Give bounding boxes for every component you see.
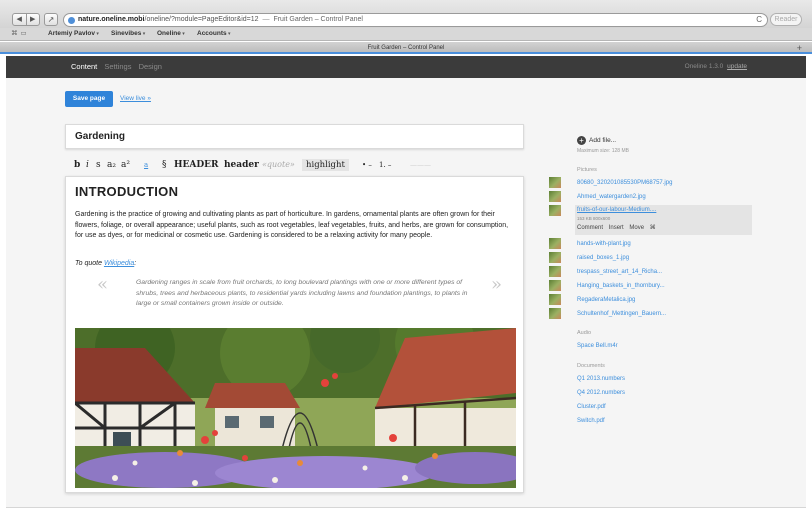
italic-button[interactable]: i xyxy=(86,157,89,173)
plus-icon: + xyxy=(577,135,586,145)
picture-file[interactable]: Schultenhof_Mettingen_Bauern... xyxy=(577,309,666,319)
picture-thumbnail[interactable] xyxy=(549,308,561,319)
pictures-label: Pictures xyxy=(577,167,597,173)
audio-file[interactable]: Space Bell.m4r xyxy=(577,341,618,351)
picture-file[interactable]: RegaderaMetalica.jpg xyxy=(577,295,635,305)
nav-settings[interactable]: Settings xyxy=(104,62,131,71)
history-nav: ◀ ▶ xyxy=(12,13,40,26)
header-small-button[interactable]: header xyxy=(224,157,259,173)
content-paragraph: Gardening is the practice of growing and… xyxy=(75,211,509,239)
tab-bar: Fruit Garden – Control Panel + xyxy=(0,42,812,54)
new-tab-button[interactable]: + xyxy=(797,42,802,54)
selected-picture-name[interactable]: fruits-of-our-labour-Medium.... xyxy=(577,207,656,213)
picture-thumbnail[interactable] xyxy=(549,191,561,202)
url-page-title: Fruit Garden – Control Panel xyxy=(273,16,363,23)
app-nav: Content Settings Design xyxy=(71,56,167,78)
add-file-label: Add file... xyxy=(589,137,617,144)
browser-toolbar: ◀ ▶ ↗ nature.oneline.mobi/oneline/?modul… xyxy=(0,0,812,28)
picture-thumbnail[interactable] xyxy=(549,205,561,216)
picture-file[interactable]: raised_boxes_1.jpg xyxy=(577,253,629,263)
picture-thumbnail[interactable] xyxy=(549,177,561,188)
back-button[interactable]: ◀ xyxy=(13,14,26,25)
url-separator: — xyxy=(262,16,270,23)
picture-file[interactable]: trespass_street_art_14_Richa... xyxy=(577,267,662,277)
picture-thumbnail[interactable] xyxy=(549,294,561,305)
picture-file[interactable]: Hanging_baskets_in_thornbury... xyxy=(577,281,665,291)
selected-picture[interactable]: fruits-of-our-labour-Medium.... 153 KB 8… xyxy=(575,205,752,235)
page-bottom-border xyxy=(6,507,806,508)
close-quote-mark: » xyxy=(490,274,502,295)
blockquote-text: Gardening ranges in scale from fruit orc… xyxy=(136,279,468,307)
format-toolbar: b i s a₂ a² a § HEADER header «quote» hi… xyxy=(74,157,524,173)
insert-button[interactable]: Insert xyxy=(609,225,624,231)
quote-intro-text: To quote xyxy=(75,260,104,267)
strike-button[interactable]: s xyxy=(96,157,101,173)
audio-label: Audio xyxy=(577,330,592,336)
picture-file[interactable]: Ahmed_watergarden2.jpg xyxy=(577,192,646,202)
bookmark-artemiy-pavlov[interactable]: Artemiy Pavlov xyxy=(48,28,99,40)
nav-design[interactable]: Design xyxy=(139,62,162,71)
quote-button[interactable]: «quote» xyxy=(262,157,295,173)
section-button[interactable]: § xyxy=(162,157,167,173)
subscript-button[interactable]: a₂ xyxy=(107,157,116,173)
document-file[interactable]: Q4 2012.numbers xyxy=(577,388,625,398)
bold-button[interactable]: b xyxy=(74,157,80,173)
bookmark-sinevibes[interactable]: Sinevibes xyxy=(111,28,145,40)
quote-intro: To quote Wikipedia: xyxy=(75,260,136,267)
bullet-list-button[interactable]: • – xyxy=(362,157,372,173)
picture-file[interactable]: hands-with-plant.jpg xyxy=(577,239,631,249)
highlight-button[interactable]: highlight xyxy=(302,159,349,171)
document-file[interactable]: Switch.pdf xyxy=(577,416,605,426)
nav-content[interactable]: Content xyxy=(71,62,97,71)
picture-thumbnail[interactable] xyxy=(549,238,561,249)
delete-icon[interactable]: ⌘ xyxy=(650,225,656,231)
picture-thumbnail[interactable] xyxy=(549,280,561,291)
max-size-note: Maximum size: 128 MB xyxy=(577,148,629,154)
documents-label: Documents xyxy=(577,363,605,369)
url-path: /oneline/?module=PageEditor&id=12 xyxy=(144,16,259,23)
selected-picture-meta: 153 KB 800x600 xyxy=(577,216,611,221)
picture-actions: Comment Insert Move ⌘ xyxy=(577,224,660,231)
garden-photo[interactable] xyxy=(75,328,516,488)
reload-icon[interactable]: C xyxy=(756,14,762,26)
app-version: Oneline 1.3.0 update xyxy=(685,56,747,78)
wikipedia-link[interactable]: Wikipedia xyxy=(104,260,134,267)
update-link[interactable]: update xyxy=(727,63,747,70)
picture-thumbnail[interactable] xyxy=(549,252,561,263)
view-live-link[interactable]: View live » xyxy=(120,91,151,107)
document-file[interactable]: Cluster.pdf xyxy=(577,402,606,412)
url-host: nature.oneline.mobi xyxy=(78,16,145,23)
quote-intro-colon: : xyxy=(134,260,137,267)
garden-photo-image xyxy=(75,328,516,488)
picture-file[interactable]: 80680_320201085530PM68757.jpg xyxy=(577,178,672,188)
move-button[interactable]: Move xyxy=(629,225,644,231)
numbered-list-button[interactable]: 1. – xyxy=(379,157,391,173)
link-button[interactable]: a xyxy=(144,157,148,173)
globe-icon xyxy=(68,17,75,24)
forward-button[interactable]: ▶ xyxy=(25,14,40,25)
address-bar[interactable]: nature.oneline.mobi/oneline/?module=Page… xyxy=(63,13,768,27)
tab-title[interactable]: Fruit Garden – Control Panel xyxy=(368,45,445,51)
document-file[interactable]: Q1 2013.numbers xyxy=(577,374,625,384)
bookmarks-icon[interactable]: ⌘▭ xyxy=(11,28,30,40)
content-heading: INTRODUCTION xyxy=(75,184,179,199)
open-quote-mark: « xyxy=(97,274,109,295)
version-label: Oneline 1.3.0 xyxy=(684,63,724,70)
bookmark-accounts[interactable]: Accounts xyxy=(197,28,231,40)
header-large-button[interactable]: HEADER xyxy=(174,157,219,173)
comment-button[interactable]: Comment xyxy=(577,225,603,231)
add-file-button[interactable]: + Add file... xyxy=(577,135,616,147)
page-title-input[interactable]: Gardening xyxy=(65,124,524,149)
superscript-button[interactable]: a² xyxy=(121,157,130,173)
bookmark-oneline[interactable]: Oneline xyxy=(157,28,185,40)
bookmarks-bar: ⌘▭ Artemiy Pavlov Sinevibes Oneline Acco… xyxy=(0,28,812,41)
content-editor[interactable]: INTRODUCTION Gardening is the practice o… xyxy=(65,176,524,493)
reader-button[interactable]: Reader xyxy=(770,13,802,26)
divider-button[interactable]: ——— xyxy=(410,157,431,173)
picture-thumbnail[interactable] xyxy=(549,266,561,277)
blockquote: « Gardening ranges in scale from fruit o… xyxy=(97,274,502,322)
app-header: Content Settings Design Oneline 1.3.0 up… xyxy=(6,56,806,78)
share-button[interactable]: ↗ xyxy=(44,13,58,26)
save-page-button[interactable]: Save page xyxy=(65,91,113,107)
